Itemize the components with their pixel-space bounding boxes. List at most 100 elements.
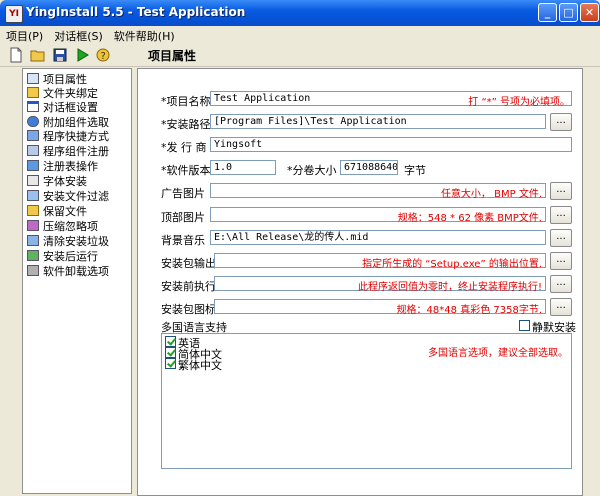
top-image-browse-button[interactable]: ... <box>550 206 572 224</box>
new-file-icon[interactable] <box>8 47 24 63</box>
toolbar: ? <box>0 44 600 67</box>
ad-image-browse-button[interactable]: ... <box>550 182 572 200</box>
maximize-icon: □ <box>563 6 574 19</box>
sidebar-item-label: 安装文件过滤 <box>43 190 109 203</box>
sidebar-item-font-install[interactable]: 字体安装 <box>27 175 87 188</box>
menu-project[interactable]: 项目(P) <box>0 26 48 44</box>
sidebar-item-label: 项目属性 <box>43 73 87 86</box>
ad-image-hint: 任意大小， BMP 文件. <box>440 189 542 200</box>
bg-music-browse-button[interactable]: ... <box>550 229 572 247</box>
sidebar-item-shortcuts[interactable]: 程序快捷方式 <box>27 130 109 143</box>
bg-music-field[interactable]: E:\All Release\龙的传人.mid <box>210 230 546 245</box>
window-title: YingInstall 5.5 - Test Application <box>26 5 246 19</box>
help-icon[interactable]: ? <box>95 47 111 63</box>
language-checkbox-english[interactable] <box>165 336 176 347</box>
sidebar-item-component-register[interactable]: 程序组件注册 <box>27 145 109 158</box>
project-name-label: *项目名称 <box>161 95 211 108</box>
sidebar-item-label: 软件卸载选项 <box>43 265 109 278</box>
language-list: 英语 简体中文 繁体中文 多国语言选项，建议全部选取。 <box>161 333 572 469</box>
menu-help[interactable]: 软件帮助(H) <box>108 26 180 44</box>
top-image-label: 顶部图片 <box>161 211 205 224</box>
sidebar-item-clean-junk[interactable]: 清除安装垃圾 <box>27 235 109 248</box>
menu-bar: 项目(P) 对话框(S) 软件帮助(H) <box>0 26 600 44</box>
compress-icon <box>27 220 39 231</box>
language-item-label: 繁体中文 <box>178 359 222 372</box>
component-icon <box>27 116 39 127</box>
volume-size-unit: 字节 <box>404 164 426 177</box>
sidebar-item-label: 程序快捷方式 <box>43 130 109 143</box>
minimize-icon: _ <box>544 6 551 19</box>
install-path-field[interactable]: [Program Files]\Test Application <box>210 114 546 129</box>
pre-install-browse-button[interactable]: ... <box>550 275 572 293</box>
sidebar-item-registry[interactable]: 注册表操作 <box>27 160 98 173</box>
sidebar-item-run-after-install[interactable]: 安装后运行 <box>27 250 98 263</box>
ad-image-label: 广告图片 <box>161 187 205 200</box>
sidebar-item-folder-binding[interactable]: 文件夹绑定 <box>27 87 98 100</box>
package-output-hint: 指定所生成的 “Setup.exe” 的输出位置. <box>362 259 542 270</box>
filter-icon <box>27 190 39 201</box>
volume-size-label: *分卷大小 <box>287 164 337 177</box>
sidebar-item-file-filter[interactable]: 安装文件过滤 <box>27 190 109 203</box>
language-checkbox-traditional-chinese[interactable] <box>165 358 176 369</box>
bg-music-label: 背景音乐 <box>161 234 205 247</box>
package-output-label: 安装包输出 <box>161 257 216 270</box>
folder-icon <box>27 87 39 98</box>
sidebar-item-label: 程序组件注册 <box>43 145 109 158</box>
sidebar-item-project-properties[interactable]: 项目属性 <box>27 73 87 86</box>
pre-install-label: 安装前执行 <box>161 280 216 293</box>
sidebar-item-label: 保留文件 <box>43 205 87 218</box>
clean-icon <box>27 235 39 246</box>
shortcut-icon <box>27 130 39 141</box>
sidebar-item-label: 文件夹绑定 <box>43 87 98 100</box>
publisher-field[interactable]: Yingsoft <box>210 137 572 152</box>
volume-size-field[interactable]: 671088640 <box>340 160 398 175</box>
sidebar-item-label: 对话框设置 <box>43 101 98 114</box>
grid-icon <box>27 73 39 84</box>
sidebar-item-label: 字体安装 <box>43 175 87 188</box>
language-checkbox-simplified-chinese[interactable] <box>165 347 176 358</box>
menu-dialog[interactable]: 对话框(S) <box>48 26 108 44</box>
page-title: 项目属性 <box>148 49 197 63</box>
package-icon-label: 安装包图标 <box>161 303 216 316</box>
app-icon: YI <box>5 5 23 23</box>
uninstall-icon <box>27 265 39 276</box>
sidebar-item-compress-ignore[interactable]: 压缩忽略项 <box>27 220 98 233</box>
open-folder-icon[interactable] <box>30 47 46 63</box>
sidebar-item-label: 清除安装垃圾 <box>43 235 109 248</box>
publisher-label: *发 行 商 <box>161 141 207 154</box>
pre-install-hint: 此程序返回值为零时，终止安装程序执行! <box>357 282 542 293</box>
sidebar-item-label: 安装后运行 <box>43 250 98 263</box>
run-icon <box>27 250 39 261</box>
version-field[interactable]: 1.0 <box>210 160 276 175</box>
run-build-icon[interactable] <box>74 47 90 63</box>
package-icon-browse-button[interactable]: ... <box>550 298 572 316</box>
sidebar-item-keep-files[interactable]: 保留文件 <box>27 205 87 218</box>
close-icon: ✕ <box>584 6 595 19</box>
version-label: *软件版本 <box>161 164 211 177</box>
sidebar-item-label: 附加组件选取 <box>43 116 109 129</box>
keep-file-icon <box>27 205 39 216</box>
font-icon <box>27 175 39 186</box>
sidebar-item-addon-components[interactable]: 附加组件选取 <box>27 116 109 129</box>
install-path-browse-button[interactable]: ... <box>550 113 572 131</box>
maximize-button[interactable]: □ <box>559 3 578 22</box>
close-button[interactable]: ✕ <box>580 3 599 22</box>
svg-text:?: ? <box>101 51 106 62</box>
top-image-hint: 规格：548 * 62 像素 BMP文件. <box>397 213 542 224</box>
save-icon[interactable] <box>52 47 68 63</box>
registry-icon <box>27 160 39 171</box>
sidebar-item-label: 压缩忽略项 <box>43 220 98 233</box>
package-icon-hint: 规格：48*48 真彩色 7358字节. <box>396 305 542 316</box>
silent-install-checkbox[interactable] <box>519 320 530 331</box>
languages-hint: 多国语言选项，建议全部选取。 <box>428 348 568 359</box>
sidebar-item-dialog-settings[interactable]: 对话框设置 <box>27 101 98 114</box>
sidebar-item-uninstall-options[interactable]: 软件卸载选项 <box>27 265 109 278</box>
install-path-label: *安装路径 <box>161 118 211 131</box>
minimize-button[interactable]: _ <box>538 3 557 22</box>
title-bar: YI YingInstall 5.5 - Test Application _ … <box>0 0 600 26</box>
package-output-browse-button[interactable]: ... <box>550 252 572 270</box>
sidebar-nav: 项目属性 文件夹绑定 对话框设置 附加组件选取 程序快捷方式 程序组件注册 注册… <box>22 68 132 494</box>
project-name-hint: 打 “*” 号项为必填项。 <box>468 97 570 108</box>
register-icon <box>27 145 39 156</box>
dialog-icon <box>27 101 39 112</box>
